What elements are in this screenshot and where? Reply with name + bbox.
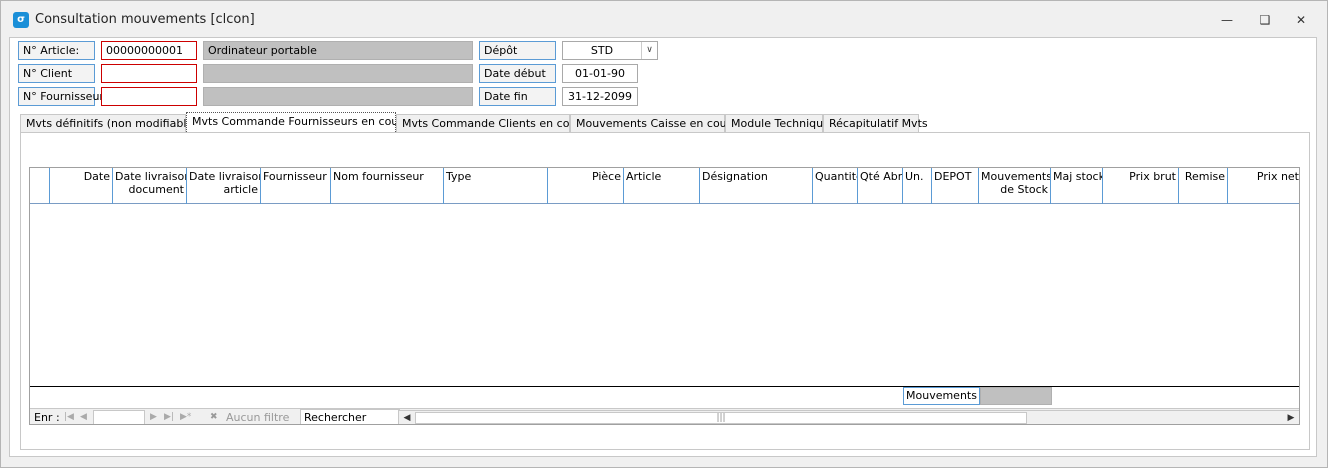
restore-icon[interactable]: ❑ — [1251, 9, 1279, 31]
depot-value: STD — [590, 44, 614, 57]
movements-grid[interactable]: Date Date livraison document Date livrais… — [29, 167, 1300, 425]
column-header[interactable]: Article — [624, 168, 700, 204]
tab-panel: Date Date livraison document Date livrais… — [20, 132, 1310, 450]
column-header[interactable]: Fournisseur — [261, 168, 331, 204]
horizontal-scrollbar[interactable]: ◀ ||| ▶ — [398, 410, 1299, 424]
date-debut-label: Date début — [479, 64, 556, 83]
filter-status[interactable]: Aucun filtre — [226, 409, 289, 424]
totals-label: Mouvements — [903, 387, 980, 405]
grid-header: Date Date livraison document Date livrais… — [30, 168, 1299, 204]
client-input[interactable] — [101, 64, 197, 83]
column-header[interactable]: Date — [50, 168, 113, 204]
chevron-down-icon[interactable]: ∨ — [641, 42, 657, 59]
date-fin-input[interactable]: 31-12-2099 — [562, 87, 638, 106]
scroll-right-icon[interactable]: ▶ — [1283, 411, 1299, 424]
fournisseur-description — [203, 87, 473, 106]
tab-mvts-definitifs[interactable]: Mvts définitifs (non modifiables) — [20, 114, 203, 132]
column-header[interactable]: Mouvements de Stock — [979, 168, 1051, 204]
close-icon[interactable]: ✕ — [1287, 9, 1315, 31]
search-input[interactable]: Rechercher — [300, 409, 400, 424]
last-record-icon[interactable]: ▶| — [164, 409, 174, 424]
title-bar: σ Consultation mouvements [clcon] — ❑ ✕ — [1, 1, 1327, 37]
column-header[interactable]: Nom fournisseur — [331, 168, 444, 204]
column-header[interactable]: Qté Abr — [858, 168, 903, 204]
record-number-input[interactable] — [93, 410, 145, 424]
column-header[interactable]: Quantité — [813, 168, 858, 204]
tab-recapitulatif[interactable]: Récapitulatif Mvts — [823, 114, 928, 132]
date-debut-input[interactable]: 01-01-90 — [562, 64, 638, 83]
date-fin-label: Date fin — [479, 87, 556, 106]
column-header[interactable]: DEPOT — [932, 168, 979, 204]
next-record-icon[interactable]: ▶ — [150, 409, 157, 424]
client-description — [203, 64, 473, 83]
tab-mvts-commande-clients[interactable]: Mvts Commande Clients en cours — [396, 114, 587, 132]
fournisseur-label: N° Fournisseur — [18, 87, 104, 106]
article-description: Ordinateur portable — [203, 41, 473, 60]
depot-label: Dépôt — [479, 41, 556, 60]
column-header[interactable]: Un. — [903, 168, 932, 204]
column-header[interactable]: Type — [444, 168, 548, 204]
app-logo-icon: σ — [13, 12, 29, 28]
content-area: N° Article: 00000000001 Ordinateur porta… — [9, 37, 1317, 457]
column-header[interactable]: Désignation — [700, 168, 813, 204]
column-header[interactable]: Remise — [1179, 168, 1228, 204]
column-header[interactable]: Maj stock — [1051, 168, 1103, 204]
tab-mvts-commande-fournisseurs[interactable]: Mvts Commande Fournisseurs en cours — [186, 112, 409, 132]
fournisseur-input[interactable] — [101, 87, 197, 106]
column-header[interactable]: Date livraison document — [113, 168, 187, 204]
filter-icon[interactable]: ✖ — [210, 409, 218, 424]
grid-totals-row: Mouvements — [30, 386, 1299, 408]
record-navigator: Enr : |◀ ◀ ▶ ▶| ▶* ✖ Aucun filtre Recher… — [30, 408, 1299, 424]
previous-record-icon[interactable]: ◀ — [80, 409, 87, 424]
article-label: N° Article: — [18, 41, 95, 60]
record-label: Enr : — [34, 411, 60, 424]
totals-value — [980, 387, 1052, 405]
column-header[interactable]: Pièce — [548, 168, 624, 204]
column-header[interactable]: Prix net — [1228, 168, 1299, 204]
column-header[interactable]: Prix brut — [1103, 168, 1179, 204]
minimize-icon[interactable]: — — [1213, 9, 1241, 31]
tab-module-technique[interactable]: Module Technique — [725, 114, 830, 132]
article-input[interactable]: 00000000001 — [101, 41, 197, 60]
main-window: σ Consultation mouvements [clcon] — ❑ ✕ … — [0, 0, 1328, 468]
depot-select[interactable]: STD ∨ — [562, 41, 658, 60]
new-record-icon[interactable]: ▶* — [180, 409, 191, 424]
tab-mouvements-caisse[interactable]: Mouvements Caisse en cours — [570, 114, 737, 132]
client-label: N° Client — [18, 64, 95, 83]
scrollbar-thumb[interactable]: ||| — [415, 412, 1027, 424]
column-header[interactable]: Date livraison article — [187, 168, 261, 204]
row-selector-header — [30, 168, 50, 204]
window-title: Consultation mouvements [clcon] — [35, 12, 255, 27]
first-record-icon[interactable]: |◀ — [64, 409, 74, 424]
scroll-left-icon[interactable]: ◀ — [399, 411, 415, 424]
